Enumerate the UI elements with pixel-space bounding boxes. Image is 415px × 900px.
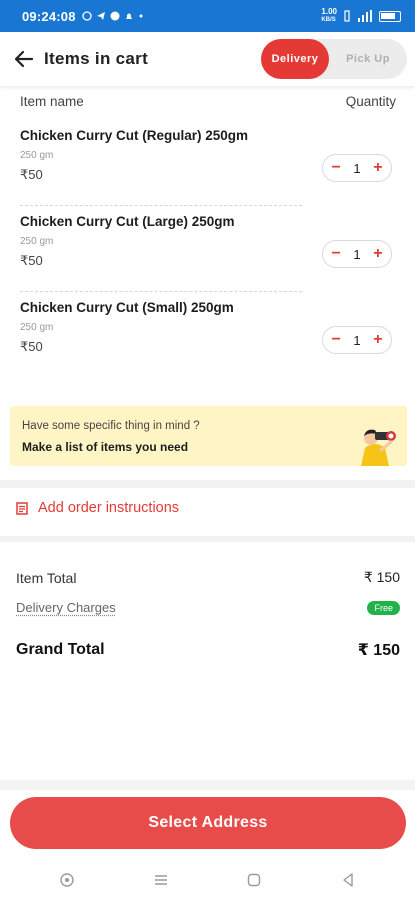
binoculars-person-icon: [361, 429, 396, 466]
quantity-column-header: Quantity: [345, 94, 396, 109]
instructions-label: Add order instructions: [38, 500, 180, 516]
quantity-stepper: − 1 +: [322, 154, 392, 182]
app-header: Items in cart Delivery Pick Up: [0, 32, 415, 86]
item-price: ₹50: [20, 339, 43, 354]
banner-cta: Make a list of items you need: [22, 440, 189, 454]
item-price: ₹50: [20, 253, 43, 268]
free-badge: Free: [367, 600, 400, 615]
item-name-column-header: Item name: [20, 94, 84, 109]
decrement-button[interactable]: −: [327, 331, 345, 349]
menu-icon[interactable]: [153, 872, 169, 888]
decrement-button[interactable]: −: [327, 159, 345, 177]
increment-button[interactable]: +: [369, 245, 387, 263]
back-icon[interactable]: [340, 872, 356, 888]
quantity-value: 1: [353, 332, 361, 348]
item-weight: 250 gm: [20, 150, 54, 161]
item-name: Chicken Curry Cut (Large) 250gm: [20, 214, 235, 229]
quantity-value: 1: [353, 160, 361, 176]
pickup-option[interactable]: Pick Up: [329, 39, 407, 79]
delivery-option[interactable]: Delivery: [261, 39, 329, 79]
quantity-stepper: − 1 +: [322, 240, 392, 268]
item-weight: 250 gm: [20, 322, 54, 333]
dot-icon: [139, 14, 143, 18]
increment-button[interactable]: +: [369, 331, 387, 349]
cart-item: Chicken Curry Cut (Small) 250gm 250 gm ₹…: [20, 300, 302, 378]
lte-icon: [344, 10, 350, 22]
facebook-icon: [110, 11, 120, 21]
note-icon: [16, 501, 28, 515]
status-time: 09:24:08: [22, 8, 76, 24]
item-name: Chicken Curry Cut (Regular) 250gm: [20, 128, 249, 143]
battery-icon: [379, 10, 401, 22]
back-arrow-icon[interactable]: [12, 47, 36, 71]
increment-button[interactable]: +: [369, 159, 387, 177]
status-bar: 09:24:08 1.00 KB/S: [0, 0, 415, 32]
cart-item: Chicken Curry Cut (Large) 250gm 250 gm ₹…: [20, 214, 302, 292]
telegram-icon: [96, 12, 105, 20]
cart-item: Chicken Curry Cut (Regular) 250gm 250 gm…: [20, 128, 302, 206]
quantity-value: 1: [353, 246, 361, 262]
banner-question: Have some specific thing in mind ?: [22, 420, 200, 432]
grand-total-value: ₹ 150: [357, 642, 400, 659]
decrement-button[interactable]: −: [327, 245, 345, 263]
quantity-stepper: − 1 +: [322, 326, 392, 354]
assistant-icon[interactable]: [59, 872, 75, 888]
delivery-mode-toggle[interactable]: Delivery Pick Up: [261, 39, 407, 79]
list-header: Item name Quantity: [20, 94, 396, 109]
item-total-row: Item Total ₹ 150: [16, 569, 400, 586]
item-total-label: Item Total: [16, 569, 77, 586]
page-title: Items in cart: [44, 49, 149, 68]
home-icon[interactable]: [246, 872, 262, 888]
grand-total-label: Grand Total: [16, 641, 105, 658]
add-order-instructions[interactable]: Add order instructions: [16, 500, 179, 516]
item-weight: 250 gm: [20, 236, 54, 247]
section-divider: [0, 536, 415, 542]
footer-divider: [0, 780, 415, 790]
whatsapp-icon: [81, 11, 92, 21]
delivery-charges-label[interactable]: Delivery Charges: [16, 600, 116, 615]
notification-icons: [81, 11, 144, 21]
item-total-value: ₹ 150: [363, 569, 400, 585]
bell-icon: [125, 13, 132, 19]
item-name: Chicken Curry Cut (Small) 250gm: [20, 300, 234, 315]
item-price: ₹50: [20, 167, 43, 182]
signal-icon: [358, 10, 372, 22]
section-divider: [0, 480, 415, 488]
system-nav-bar: [0, 860, 415, 900]
delivery-charges-row: Delivery Charges Free: [16, 600, 400, 615]
select-address-button[interactable]: Select Address: [10, 797, 406, 849]
custom-list-banner[interactable]: Have some specific thing in mind ? Make …: [10, 406, 407, 466]
network-speed: 1.00 KB/S: [321, 7, 337, 24]
grand-total-row: Grand Total ₹ 150: [16, 640, 400, 660]
